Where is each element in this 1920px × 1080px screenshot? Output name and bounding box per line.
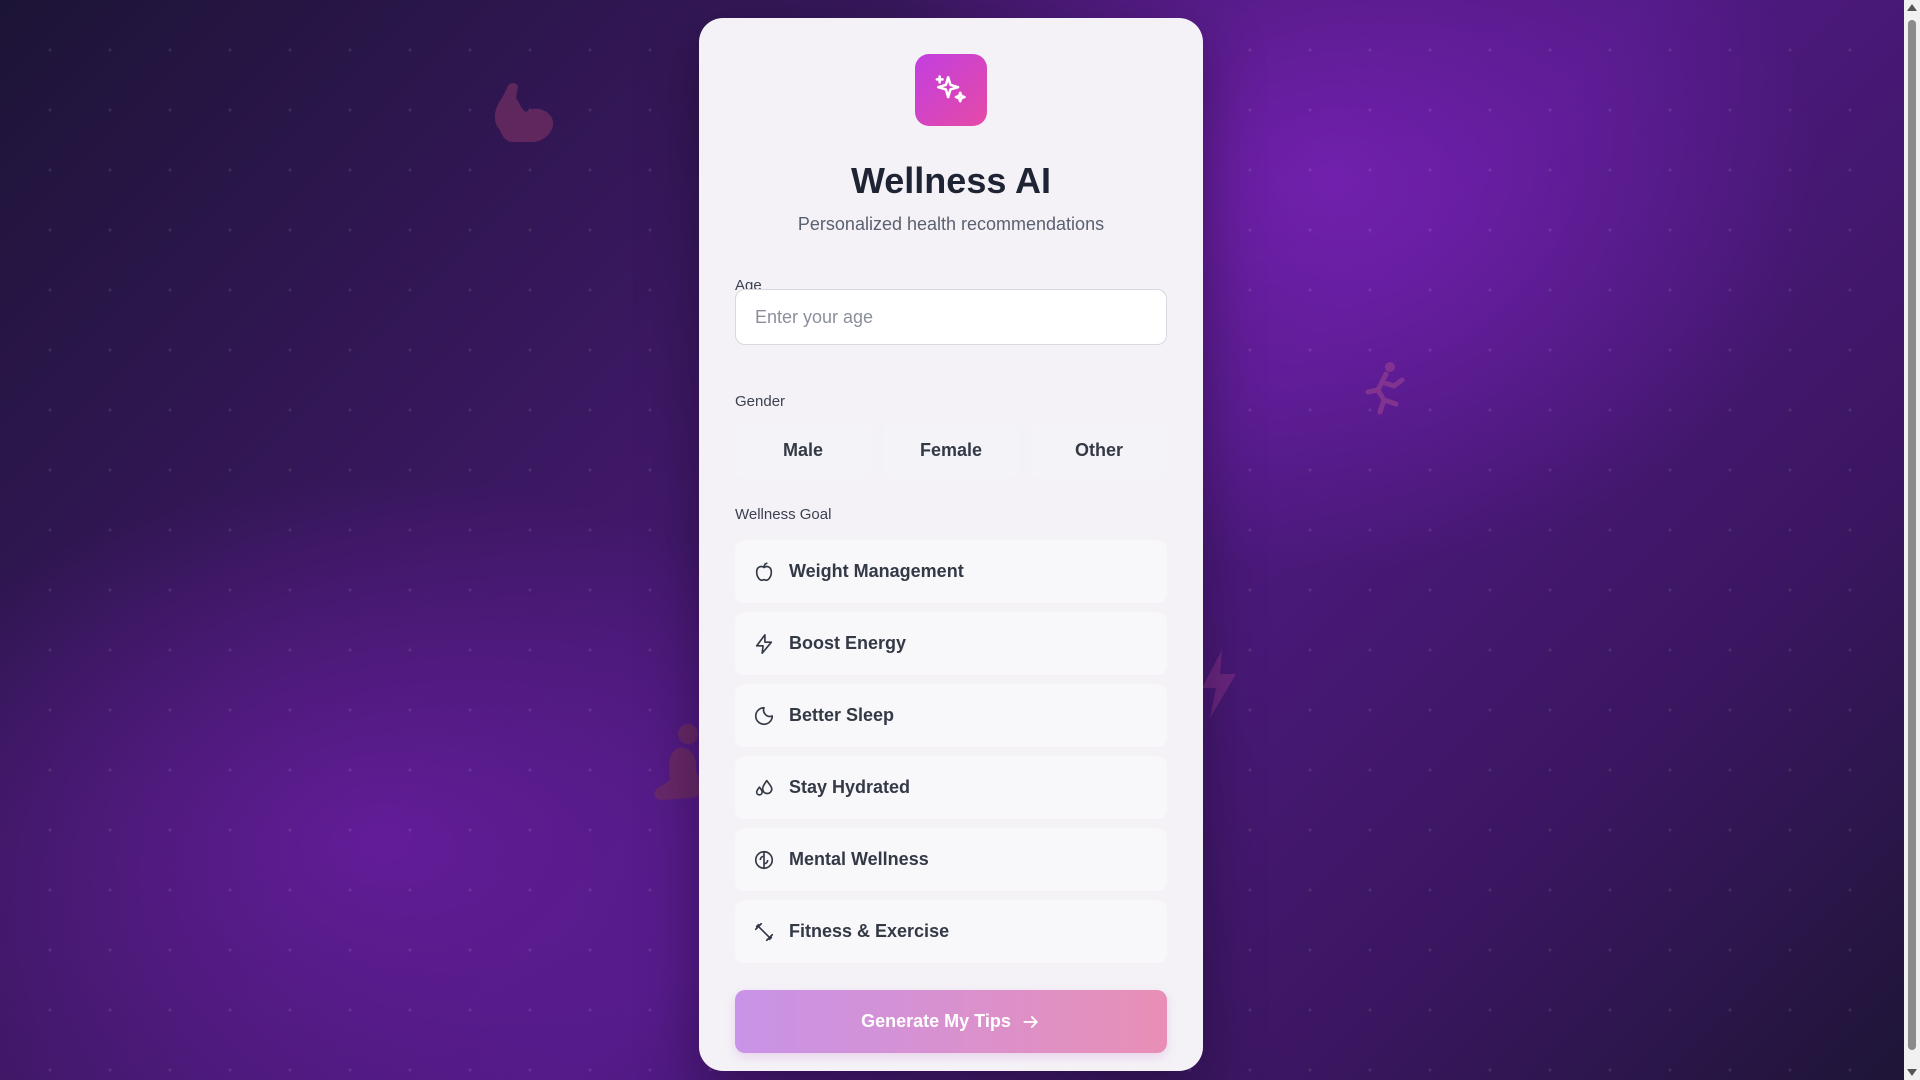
goal-label: Better Sleep [789, 705, 895, 725]
goal-option-stay-hydrated[interactable]: Stay Hydrated [735, 756, 1167, 819]
wellness-goal-list: Weight Management Boost Energy Better Sl… [735, 540, 1167, 972]
goal-label: Boost Energy [789, 633, 907, 653]
goal-option-weight-management[interactable]: Weight Management [735, 540, 1167, 603]
apple-icon [752, 560, 776, 584]
wellness-form-card: Wellness AI Personalized health recommen… [699, 18, 1203, 1071]
goal-label: Fitness & Exercise [789, 921, 950, 941]
goal-option-mental-wellness[interactable]: Mental Wellness [735, 828, 1167, 891]
goal-label: Weight Management [789, 561, 964, 581]
page-scrollbar[interactable] [1904, 0, 1920, 1080]
scroll-up-icon[interactable] [1907, 4, 1917, 11]
gender-label: Gender [735, 393, 786, 410]
gender-option-other[interactable]: Other [1031, 422, 1167, 478]
goal-label: Mental Wellness [789, 849, 929, 869]
sparkles-icon [935, 75, 966, 103]
scroll-down-icon[interactable] [1907, 1069, 1917, 1076]
droplets-icon [752, 776, 776, 800]
generate-tips-button[interactable]: Generate My Tips [735, 990, 1167, 1053]
dumbbell-icon [752, 920, 776, 944]
running-person-icon [1365, 362, 1405, 415]
gender-option-female[interactable]: Female [883, 422, 1019, 478]
wellness-goal-label: Wellness Goal [735, 506, 832, 523]
app-title: Wellness AI [850, 160, 1052, 201]
goal-label: Stay Hydrated [789, 777, 911, 797]
arrow-right-icon [1023, 1015, 1038, 1028]
flexed-arm-icon [494, 83, 554, 142]
age-input[interactable] [735, 289, 1167, 345]
gender-option-male[interactable]: Male [735, 422, 871, 478]
lightning-icon [752, 632, 776, 656]
goal-option-boost-energy[interactable]: Boost Energy [735, 612, 1167, 675]
gender-selector: Male Female Other [735, 422, 1167, 478]
goal-option-better-sleep[interactable]: Better Sleep [735, 684, 1167, 747]
brain-icon [752, 848, 776, 872]
moon-icon [752, 704, 776, 728]
generate-tips-label: Generate My Tips [861, 1011, 1011, 1031]
goal-option-fitness-exercise[interactable]: Fitness & Exercise [735, 900, 1167, 963]
app-subtitle: Personalized health recommendations [797, 214, 1105, 234]
scrollbar-thumb[interactable] [1908, 20, 1916, 1050]
app-logo [915, 54, 987, 126]
